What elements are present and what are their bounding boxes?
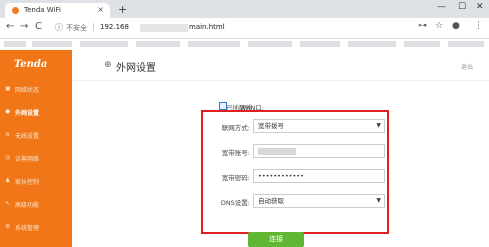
bookmark-item[interactable]: [348, 41, 396, 47]
bookmark-item[interactable]: [80, 41, 128, 47]
dropdown-arrow-icon: ▼: [376, 122, 381, 129]
sidebar-item-label: 家长控制: [15, 179, 40, 186]
sidebar-item-system[interactable]: ⚙ 系统管理: [0, 220, 72, 234]
form-row-password: 宽带密码: ••••••••••••: [203, 169, 391, 183]
info-icon[interactable]: ⓘ: [55, 22, 63, 33]
form-row-connection-type: 联网方式: 宽带拨号 ▼: [203, 119, 391, 133]
bookmark-item[interactable]: [32, 41, 72, 47]
dns-label: DNS设置:: [220, 199, 250, 207]
account-label: 宽带账号:: [221, 149, 250, 157]
reload-icon[interactable]: C: [35, 21, 42, 32]
sidebar-item-network-status[interactable]: ▣ 网络状态: [0, 82, 72, 96]
menu-icon[interactable]: ⋮: [474, 21, 483, 31]
bookmark-item[interactable]: [300, 41, 340, 47]
sidebar-item-label: 访客网络: [15, 156, 40, 163]
forward-icon[interactable]: →: [20, 21, 28, 32]
maximize-button[interactable]: ☐: [458, 2, 466, 12]
sidebar-item-label: 无线设置: [15, 133, 40, 140]
sidebar-item-wireless[interactable]: ≋ 无线设置: [0, 128, 72, 142]
url-host: 192.168: [100, 23, 129, 31]
connection-type-value: 宽带拨号: [258, 122, 284, 130]
new-tab-button[interactable]: +: [118, 3, 127, 16]
minimize-button[interactable]: —: [437, 2, 446, 12]
logout-link[interactable]: 退出: [461, 62, 473, 71]
browser-toolbar: ← → C ⓘ 不安全 | 192.168 main.html: [0, 18, 489, 39]
url-separator: |: [92, 22, 95, 31]
advanced-icon: ↖: [5, 200, 11, 207]
form-row-account: 宽带账号:: [203, 144, 391, 158]
sidebar-item-advanced[interactable]: ↖ 高级功能: [0, 197, 72, 211]
bookmark-item[interactable]: [248, 41, 292, 47]
page-title: 外网设置: [116, 63, 156, 74]
password-value: ••••••••••••: [258, 172, 305, 180]
bookmark-item[interactable]: [136, 41, 180, 47]
page-header: ⊕ 外网设置 退出: [72, 50, 489, 81]
password-input[interactable]: ••••••••••••: [253, 169, 385, 183]
gear-icon: ⚙: [5, 223, 11, 230]
guest-icon: ◎: [5, 154, 11, 161]
security-label: 不安全: [66, 24, 87, 32]
tenda-logo: Tenda: [14, 59, 48, 70]
form-row-dns: DNS设置: 自动获取 ▼: [203, 194, 391, 208]
bookmark-item[interactable]: [404, 41, 440, 47]
dropdown-arrow-icon: ▼: [376, 197, 381, 204]
address-bar[interactable]: ⓘ 不安全 | 192.168 main.html: [52, 21, 417, 35]
sidebar-item-guest-network[interactable]: ◎ 访客网络: [0, 151, 72, 165]
connection-type-label: 联网方式:: [221, 124, 250, 132]
close-window-button[interactable]: ✕: [476, 2, 484, 12]
url-path: main.html: [189, 23, 225, 31]
bookmark-item[interactable]: [188, 41, 240, 47]
parental-icon: ♟: [5, 177, 11, 184]
network-status-icon: ▣: [5, 85, 11, 92]
sidebar: Tenda ▣ 网络状态 ◉ 外网设置 ≋ 无线设置 ◎ 访客网络 ♟ 家长控制…: [0, 50, 72, 247]
globe-icon: ◉: [5, 108, 11, 115]
sidebar-item-wan-settings[interactable]: ◉ 外网设置: [0, 105, 72, 119]
account-redacted: [258, 148, 296, 155]
sidebar-item-label: 系统管理: [15, 225, 40, 232]
connection-type-select[interactable]: 宽带拨号 ▼: [253, 119, 385, 133]
main-content: ⊕ 外网设置 退出 WAN口: 已插网线 联网方式: 宽带拨号 ▼ 宽带账号: …: [72, 50, 489, 247]
back-icon[interactable]: ←: [6, 21, 14, 32]
password-label: 宽带密码:: [221, 174, 250, 182]
highlight-box: 联网方式: 宽带拨号 ▼ 宽带账号: 宽带密码: •••••••••••• DN…: [201, 110, 389, 234]
tenda-favicon-icon: [12, 7, 19, 14]
connect-button[interactable]: 连接: [248, 232, 304, 247]
sidebar-item-label: 网络状态: [15, 87, 40, 94]
browser-tab-strip: Tenda WiFi × + — ☐ ✕: [0, 0, 489, 18]
bookmarks-bar: [0, 39, 489, 49]
star-icon[interactable]: ☆: [435, 21, 443, 31]
bookmark-item[interactable]: [448, 41, 484, 47]
dns-value: 自动获取: [258, 197, 284, 205]
account-input[interactable]: [253, 144, 385, 158]
globe-icon: ⊕: [104, 60, 112, 70]
bookmark-item[interactable]: [4, 41, 26, 47]
sidebar-item-label: 外网设置: [15, 110, 40, 117]
url-redacted: [140, 24, 188, 32]
profile-icon[interactable]: ●: [452, 21, 460, 31]
tab-title: Tenda WiFi: [24, 6, 61, 14]
dns-select[interactable]: 自动获取 ▼: [253, 194, 385, 208]
sidebar-item-label: 高级功能: [15, 202, 40, 209]
key-icon[interactable]: ⊶: [418, 21, 427, 31]
tab-close-icon[interactable]: ×: [97, 5, 104, 14]
wifi-icon: ≋: [5, 131, 11, 138]
sidebar-item-parental-control[interactable]: ♟ 家长控制: [0, 174, 72, 188]
browser-tab[interactable]: Tenda WiFi ×: [5, 3, 110, 18]
